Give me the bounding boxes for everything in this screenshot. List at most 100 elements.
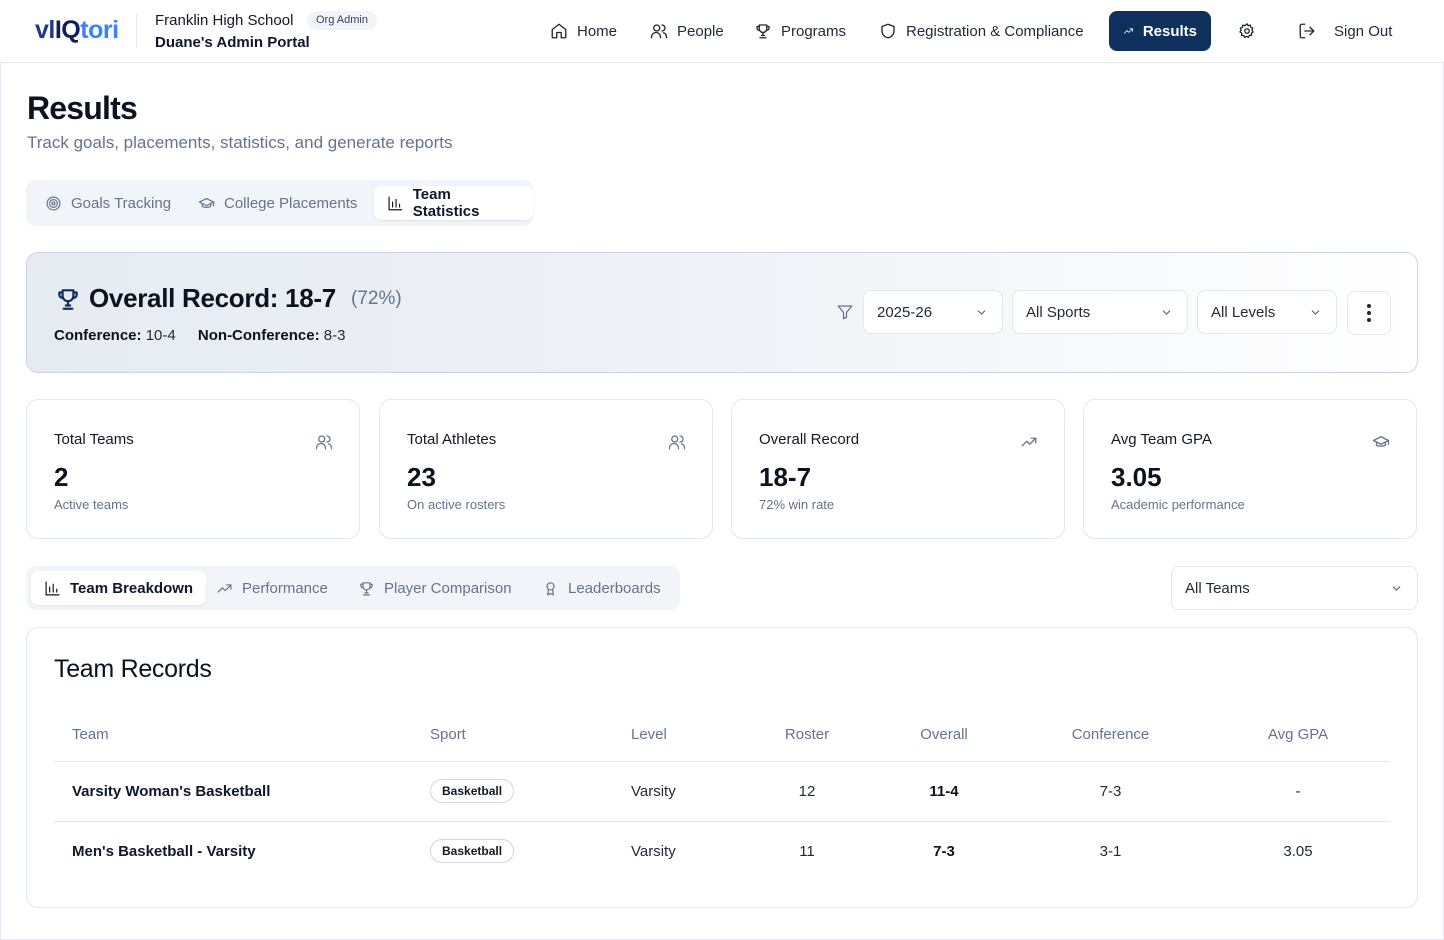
- table-row[interactable]: Varsity Woman's Basketball Basketball Va…: [54, 761, 1390, 822]
- sport-badge: Basketball: [430, 839, 515, 864]
- log-out-icon: [1299, 23, 1315, 39]
- team-records-title: Team Records: [54, 655, 212, 683]
- cell-level: Varsity: [631, 761, 741, 822]
- tab-team-statistics-label: Team Statistics: [412, 186, 480, 220]
- cell-conference: 7-3: [1015, 761, 1206, 822]
- tab-player-comparison[interactable]: Player Comparison: [345, 571, 525, 605]
- home-icon: [551, 23, 567, 39]
- stat-card-description: On active rosters: [407, 497, 506, 512]
- org-name: Franklin High School: [155, 12, 294, 29]
- tab-college-placements-label: College Placements: [224, 194, 358, 212]
- settings-button[interactable]: [1224, 11, 1270, 51]
- overall-record-title: Overall Record: 18-7: [89, 283, 336, 313]
- season-select-value: 2025-26: [877, 303, 933, 321]
- graduation-cap-icon: [1372, 436, 1390, 447]
- app-logo[interactable]: vlIQtori: [35, 16, 119, 45]
- bar-chart-icon: [45, 581, 60, 595]
- season-select[interactable]: 2025-26: [863, 290, 1003, 334]
- more-options-button[interactable]: [1347, 291, 1391, 335]
- conference-value: 10-4: [145, 327, 176, 344]
- nav-results-label: Results: [1142, 22, 1197, 40]
- cell-roster: 11: [799, 842, 815, 860]
- tab-team-breakdown[interactable]: Team Breakdown: [31, 571, 207, 605]
- stat-card-overall-record: Overall Record 18-7 72% win rate: [731, 399, 1065, 539]
- chevron-down-icon: [1392, 586, 1401, 591]
- stat-card-total-athletes: Total Athletes 23 On active rosters: [379, 399, 713, 539]
- col-conference[interactable]: Conference: [1015, 708, 1206, 762]
- tab-goals-tracking-label: Goals Tracking: [71, 194, 172, 212]
- nav-registration[interactable]: Registration & Compliance: [865, 11, 1098, 51]
- target-icon: [46, 196, 61, 210]
- tab-performance[interactable]: Performance: [203, 571, 341, 605]
- stat-card-total-teams: Total Teams 2 Active teams: [26, 399, 360, 539]
- tab-player-comparison-label: Player Comparison: [384, 579, 512, 597]
- nav-people[interactable]: People: [636, 11, 738, 51]
- cell-sport: Basketball: [430, 821, 631, 881]
- trending-up-icon: [1021, 437, 1037, 447]
- tab-goals-tracking[interactable]: Goals Tracking: [32, 186, 184, 220]
- nav-programs[interactable]: Programs: [740, 11, 860, 51]
- nav-programs-label: Programs: [781, 22, 847, 40]
- sign-out-button[interactable]: Sign Out: [1284, 11, 1406, 51]
- team-select[interactable]: All Teams: [1171, 566, 1418, 610]
- trophy-icon: [58, 289, 78, 310]
- stat-card-label: Total Athletes: [407, 431, 497, 448]
- graduation-cap-icon: [198, 197, 215, 208]
- stat-card-label: Overall Record: [759, 431, 860, 448]
- tab-college-placements[interactable]: College Placements: [185, 186, 370, 220]
- col-avg-gpa[interactable]: Avg GPA: [1206, 708, 1390, 762]
- stat-card-label: Total Teams: [54, 431, 134, 448]
- non-conference-label: Non-Conference:: [197, 327, 320, 344]
- non-conference-value: 8-3: [323, 327, 346, 344]
- table-row[interactable]: Men's Basketball - Varsity Basketball Va…: [54, 821, 1390, 881]
- logo-part-2: IQ: [54, 16, 81, 44]
- nav-home[interactable]: Home: [536, 11, 631, 51]
- award-icon: [546, 581, 555, 595]
- tab-team-statistics[interactable]: Team Statistics: [374, 186, 533, 220]
- cell-avg-gpa: -: [1206, 761, 1390, 822]
- col-level[interactable]: Level: [631, 708, 741, 762]
- role-badge: Org Admin: [307, 11, 377, 30]
- level-select[interactable]: All Levels: [1197, 290, 1337, 334]
- tab-team-breakdown-label: Team Breakdown: [70, 579, 194, 597]
- col-roster[interactable]: Roster: [741, 708, 873, 762]
- stat-card-description: Academic performance: [1111, 497, 1245, 512]
- table-header-row: Team Sport Level Roster Overall Conferen…: [54, 708, 1390, 762]
- col-overall[interactable]: Overall: [873, 708, 1015, 762]
- cell-team: Men's Basketball - Varsity: [72, 842, 256, 860]
- team-records-table: Team Sport Level Roster Overall Conferen…: [54, 708, 1390, 881]
- col-team[interactable]: Team: [54, 708, 430, 762]
- stat-card-label: Avg Team GPA: [1111, 431, 1212, 448]
- tab-leaderboards[interactable]: Leaderboards: [529, 571, 674, 605]
- tab-performance-label: Performance: [242, 579, 328, 597]
- bar-chart-icon: [388, 196, 403, 210]
- stat-card-value: 23: [407, 462, 436, 492]
- sport-select[interactable]: All Sports: [1012, 290, 1188, 334]
- gear-icon: [1239, 23, 1254, 39]
- level-select-value: All Levels: [1211, 303, 1276, 321]
- tab-leaderboards-label: Leaderboards: [568, 579, 661, 597]
- chevron-down-icon: [1162, 310, 1171, 315]
- trending-up-icon: [1123, 28, 1133, 34]
- users-icon: [650, 24, 668, 39]
- results-tabs: Goals Tracking College Placements Team S…: [26, 180, 533, 226]
- logo-part-3: tori: [80, 16, 119, 44]
- overall-record-percent: (72%): [351, 288, 402, 309]
- col-sport[interactable]: Sport: [430, 708, 631, 762]
- users-icon: [315, 435, 333, 450]
- sign-out-label: Sign Out: [1334, 22, 1393, 40]
- stat-card-description: Active teams: [54, 497, 129, 512]
- nav-results[interactable]: Results: [1109, 11, 1211, 51]
- cell-overall: 7-3: [933, 842, 955, 860]
- trophy-icon: [756, 24, 770, 39]
- conference-label: Conference:: [54, 327, 142, 344]
- team-records-panel: Team Records Team Sport Level Roster Ove…: [26, 627, 1418, 908]
- stat-card-description: 72% win rate: [759, 497, 835, 512]
- cell-overall: 11-4: [873, 761, 1015, 822]
- stat-card-value: 18-7: [759, 462, 812, 492]
- users-icon: [668, 435, 686, 450]
- cell-team: Varsity Woman's Basketball: [54, 761, 430, 822]
- chevron-down-icon: [1311, 310, 1320, 315]
- stat-card-value: 3.05: [1111, 462, 1162, 492]
- cell-roster: 12: [741, 761, 873, 822]
